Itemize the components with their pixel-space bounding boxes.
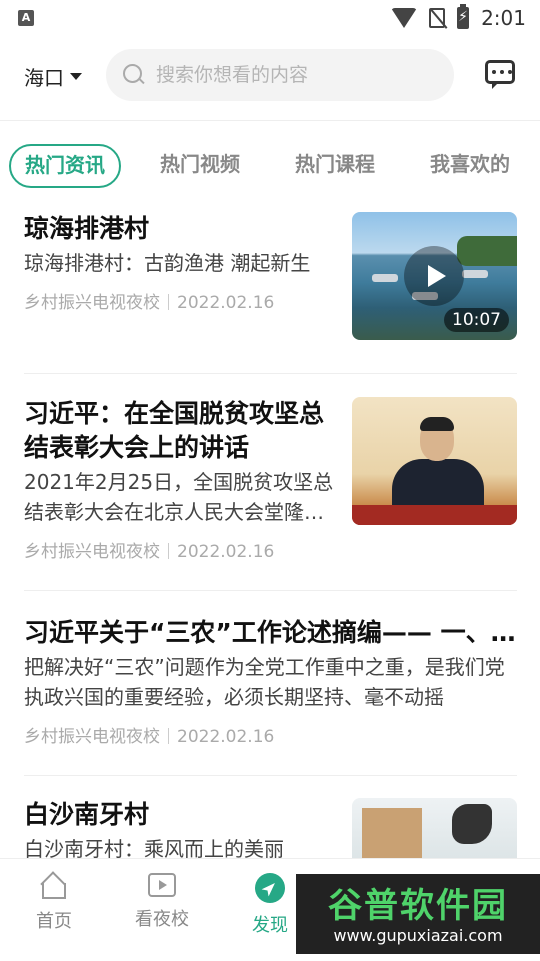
header-divider <box>0 120 540 121</box>
status-icons: ⚡ 2:01 <box>391 4 526 30</box>
status-bar: A ⚡ 2:01 <box>0 0 540 36</box>
item-source: 乡村振兴电视夜校 <box>24 727 160 747</box>
item-title: 习近平：在全国脱贫攻坚总结表彰大会上的讲话 <box>24 399 325 462</box>
item-date: 2022.02.16 <box>177 542 275 562</box>
wifi-icon <box>391 8 418 28</box>
search-icon <box>122 63 146 87</box>
watermark-logo: 谷普软件园 www.gupuxiazai.com <box>296 874 540 954</box>
nav-home[interactable]: 首页 <box>19 873 89 933</box>
item-source: 乡村振兴电视夜校 <box>24 293 160 313</box>
divider <box>24 775 517 776</box>
item-desc: 把解决好“三农”问题作为全党工作重中之重，是我们党执政兴国的重要经验，必须长期坚… <box>24 655 505 709</box>
item-date: 2022.02.16 <box>177 293 275 313</box>
item-title: 白沙南牙村 <box>24 800 150 829</box>
nav-label: 首页 <box>36 911 72 932</box>
nav-label: 看夜校 <box>135 909 189 930</box>
item-source: 乡村振兴电视夜校 <box>24 542 160 562</box>
battery-charging-icon: ⚡ <box>457 4 470 29</box>
list-item[interactable]: 琼海排港村 琼海排港村：古韵渔港 潮起新生 乡村振兴电视夜校 2022.02.16… <box>24 212 517 340</box>
nav-label: 发现 <box>252 915 288 936</box>
message-icon[interactable] <box>485 60 515 89</box>
tab-hot-videos[interactable]: 热门视频 <box>160 144 240 184</box>
category-tabs: 热门资讯 热门视频 热门课程 我喜欢的 <box>0 140 540 190</box>
item-desc: 2021年2月25日，全国脱贫攻坚总结表彰大会在北京人民大会堂隆重举行 <box>24 470 334 524</box>
divider <box>24 373 517 374</box>
search-input[interactable] <box>154 63 448 87</box>
city-selector[interactable]: 海口 <box>24 62 82 91</box>
item-meta: 乡村振兴电视夜校 2022.02.16 <box>24 722 517 747</box>
nav-discover[interactable]: 发现 <box>235 873 305 937</box>
video-thumbnail[interactable]: 10:07 <box>352 212 517 340</box>
tab-favorites[interactable]: 我喜欢的 <box>430 144 510 184</box>
watermark-url: www.gupuxiazai.com <box>333 926 503 945</box>
no-sim-icon <box>429 8 446 28</box>
watermark-title: 谷普软件园 <box>328 886 508 926</box>
item-title: 习近平关于“三农”工作论述摘编—— 一、坚持把解决好“三农”问题作为全党工作重中… <box>24 618 517 647</box>
list-item[interactable]: 白沙南牙村 白沙南牙村：乘风而上的美丽 <box>24 798 517 926</box>
image-thumbnail[interactable] <box>352 397 517 525</box>
nav-night-school[interactable]: 看夜校 <box>127 873 197 931</box>
compass-icon <box>255 873 285 903</box>
app-badge-icon: A <box>18 10 34 26</box>
list-item[interactable]: 习近平关于“三农”工作论述摘编—— 一、坚持把解决好“三农”问题作为全党工作重中… <box>24 616 517 747</box>
divider <box>24 590 517 591</box>
item-title: 琼海排港村 <box>24 214 150 243</box>
city-label: 海口 <box>24 66 64 90</box>
home-icon <box>40 873 68 899</box>
item-desc: 琼海排港村：古韵渔港 潮起新生 <box>24 251 311 275</box>
item-meta: 乡村振兴电视夜校 2022.02.16 <box>24 537 334 562</box>
status-time: 2:01 <box>481 6 526 30</box>
play-icon[interactable] <box>404 246 464 306</box>
item-date: 2022.02.16 <box>177 727 275 747</box>
tv-play-icon <box>148 873 176 897</box>
tab-hot-courses[interactable]: 热门课程 <box>295 144 375 184</box>
video-duration: 10:07 <box>444 308 509 332</box>
item-meta: 乡村振兴电视夜校 2022.02.16 <box>24 288 334 313</box>
tab-hot-news[interactable]: 热门资讯 <box>9 144 121 188</box>
top-bar: 海口 <box>0 44 540 106</box>
caret-down-icon <box>70 73 82 80</box>
list-item[interactable]: 习近平：在全国脱贫攻坚总结表彰大会上的讲话 2021年2月25日，全国脱贫攻坚总… <box>24 397 517 562</box>
search-bar[interactable] <box>106 49 454 101</box>
